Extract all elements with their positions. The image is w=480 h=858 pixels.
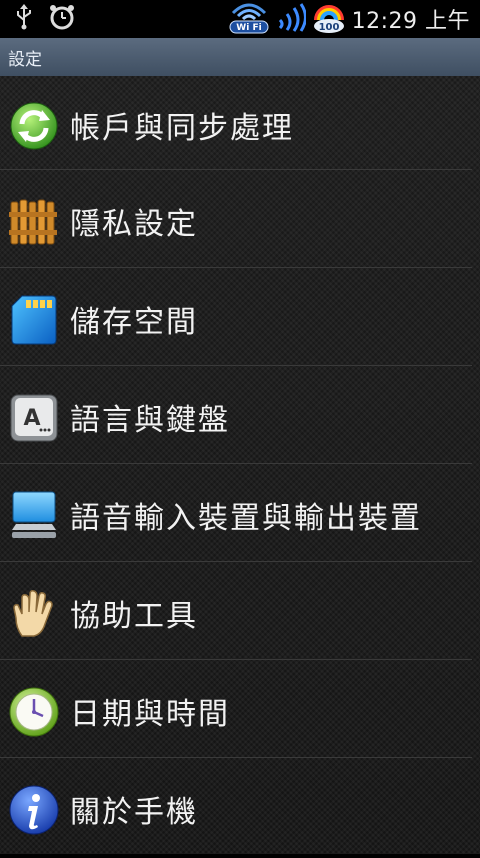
battery-level: 100: [318, 22, 339, 33]
settings-item-accounts-sync[interactable]: 帳戶與同步處理: [0, 76, 480, 174]
settings-item-label: 語音輸入裝置與輸出裝置: [70, 501, 422, 536]
sd-card-icon: [8, 294, 60, 346]
alarm-clock-icon: [48, 3, 76, 35]
settings-item-date-time[interactable]: 日期與時間: [0, 662, 480, 760]
status-bar: Wi Fi 100 12:29 上午: [0, 0, 480, 38]
monitor-icon: [8, 490, 60, 542]
settings-item-storage[interactable]: 儲存空間: [0, 270, 480, 368]
usb-icon: [14, 4, 34, 34]
wifi-icon: Wi Fi: [228, 0, 270, 39]
settings-item-about-phone[interactable]: 關於手機: [0, 760, 480, 858]
status-time: 12:29 上午: [351, 9, 470, 34]
divider: [0, 365, 472, 366]
settings-item-accessibility[interactable]: 協助工具: [0, 564, 480, 662]
settings-item-label: 關於手機: [70, 795, 198, 830]
clock-icon: [8, 686, 60, 738]
divider: [0, 659, 472, 660]
title-bar: 設定: [0, 38, 480, 77]
battery-icon: 100: [312, 0, 346, 38]
settings-item-label: 協助工具: [70, 599, 198, 634]
divider: [0, 463, 472, 464]
settings-item-label: 日期與時間: [70, 697, 230, 732]
settings-item-label: 語言與鍵盤: [70, 403, 230, 438]
wifi-label: Wi Fi: [236, 23, 261, 33]
sync-icon: [8, 100, 60, 152]
settings-item-language-keyboard[interactable]: A 語言與鍵盤: [0, 368, 480, 466]
svg-text:A: A: [23, 406, 40, 431]
settings-item-privacy[interactable]: 隱私設定: [0, 172, 480, 270]
settings-list: 帳戶與同步處理 隱私設定 儲存空間 A 語言與鍵盤 語音輸入裝置與輸出裝置 協助…: [0, 76, 480, 854]
page-title: 設定: [8, 49, 42, 70]
settings-item-label: 隱私設定: [70, 207, 198, 242]
keyboard-key-icon: A: [8, 392, 60, 444]
settings-item-label: 帳戶與同步處理: [70, 111, 294, 146]
divider: [0, 757, 472, 758]
info-icon: [8, 784, 60, 836]
divider: [0, 267, 472, 268]
settings-item-voice-io[interactable]: 語音輸入裝置與輸出裝置: [0, 466, 480, 564]
hand-icon: [8, 588, 60, 640]
settings-item-label: 儲存空間: [70, 305, 198, 340]
divider: [0, 169, 472, 170]
signal-icon: [276, 2, 307, 36]
fence-icon: [8, 196, 60, 248]
divider: [0, 561, 472, 562]
